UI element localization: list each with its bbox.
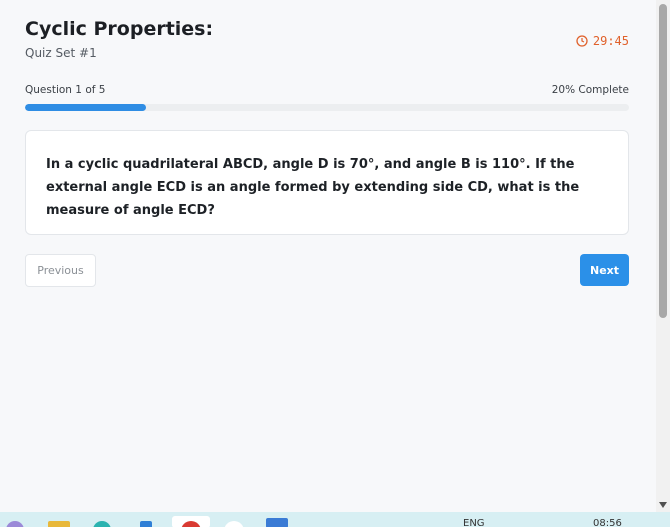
quiz-subtitle: Quiz Set #1 bbox=[25, 46, 97, 60]
quiz-page: Cyclic Properties: Quiz Set #1 29:45 Que… bbox=[0, 0, 656, 512]
taskbar-app-icon[interactable] bbox=[6, 521, 24, 527]
question-text: In a cyclic quadrilateral ABCD, angle D … bbox=[46, 157, 580, 218]
language-indicator[interactable]: ENG bbox=[463, 518, 485, 527]
scrollbar-thumb[interactable] bbox=[659, 4, 667, 318]
clock-icon bbox=[576, 35, 588, 47]
next-button[interactable]: Next bbox=[580, 254, 629, 286]
taskbar: ENG 08:56 bbox=[0, 512, 670, 527]
folder-icon[interactable] bbox=[48, 521, 70, 527]
quiz-title: Cyclic Properties: bbox=[25, 18, 214, 40]
progress-percent: 20% Complete bbox=[551, 84, 629, 96]
progress-bar bbox=[25, 104, 629, 111]
quiz-timer: 29:45 bbox=[576, 34, 629, 48]
progress-bar-fill bbox=[25, 104, 146, 111]
scroll-down-arrow-icon[interactable] bbox=[659, 502, 667, 508]
taskbar-app-icon[interactable] bbox=[93, 521, 111, 527]
question-counter: Question 1 of 5 bbox=[25, 84, 106, 96]
calendar-icon[interactable] bbox=[266, 518, 288, 527]
taskbar-clock[interactable]: 08:56 bbox=[593, 518, 622, 527]
taskbar-app-icon[interactable] bbox=[140, 521, 152, 527]
previous-button[interactable]: Previous bbox=[25, 254, 96, 287]
question-card: In a cyclic quadrilateral ABCD, angle D … bbox=[25, 130, 629, 235]
vertical-scrollbar[interactable] bbox=[656, 0, 670, 512]
taskbar-app-icon[interactable] bbox=[224, 521, 244, 527]
timer-value: 29:45 bbox=[592, 34, 629, 48]
